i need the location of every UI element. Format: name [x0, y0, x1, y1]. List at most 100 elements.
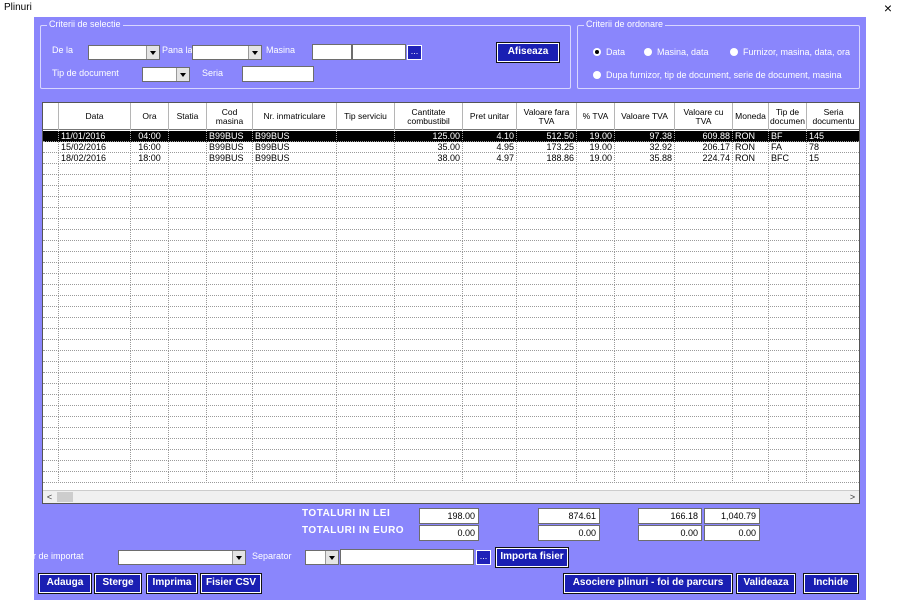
table-cell[interactable] [517, 186, 577, 197]
table-cell[interactable] [577, 274, 615, 285]
table-cell[interactable] [59, 472, 131, 483]
row-selector[interactable] [43, 461, 59, 472]
row-selector[interactable] [43, 142, 59, 153]
table-cell[interactable] [769, 450, 807, 461]
column-header[interactable]: Ora [131, 103, 169, 130]
table-cell[interactable] [395, 164, 463, 175]
table-cell[interactable] [675, 296, 733, 307]
table-cell[interactable] [207, 329, 253, 340]
table-cell[interactable] [463, 439, 517, 450]
table-cell[interactable] [169, 252, 207, 263]
table-cell[interactable] [131, 241, 169, 252]
table-cell[interactable] [169, 318, 207, 329]
table-cell[interactable] [675, 406, 733, 417]
table-cell[interactable] [131, 296, 169, 307]
table-cell[interactable] [733, 164, 769, 175]
table-cell[interactable] [395, 417, 463, 428]
table-cell[interactable] [253, 318, 337, 329]
table-cell[interactable] [807, 197, 859, 208]
row-selector[interactable] [43, 439, 59, 450]
table-cell[interactable] [769, 263, 807, 274]
table-cell[interactable] [59, 461, 131, 472]
table-cell[interactable] [169, 417, 207, 428]
row-selector[interactable] [43, 186, 59, 197]
table-cell[interactable] [395, 285, 463, 296]
table-cell[interactable] [337, 142, 395, 153]
table-cell[interactable] [253, 241, 337, 252]
table-cell[interactable] [733, 197, 769, 208]
table-cell[interactable] [463, 373, 517, 384]
table-cell[interactable] [733, 450, 769, 461]
table-cell[interactable] [395, 351, 463, 362]
radio-icon[interactable] [593, 71, 601, 79]
table-cell[interactable] [59, 318, 131, 329]
table-cell[interactable] [253, 175, 337, 186]
table-cell[interactable] [517, 263, 577, 274]
table-cell[interactable] [769, 439, 807, 450]
table-cell[interactable] [337, 362, 395, 373]
table-cell[interactable] [337, 164, 395, 175]
table-cell[interactable] [615, 197, 675, 208]
table-cell[interactable] [207, 351, 253, 362]
table-cell[interactable] [395, 340, 463, 351]
table-cell[interactable] [207, 340, 253, 351]
table-cell[interactable] [769, 296, 807, 307]
table-cell[interactable]: 32.92 [615, 142, 675, 153]
row-selector[interactable] [43, 307, 59, 318]
row-selector[interactable] [43, 384, 59, 395]
table-cell[interactable] [769, 241, 807, 252]
table-cell[interactable] [253, 406, 337, 417]
table-cell[interactable] [615, 263, 675, 274]
table-cell[interactable] [131, 252, 169, 263]
table-cell[interactable] [807, 175, 859, 186]
table-cell[interactable] [59, 439, 131, 450]
table-cell[interactable] [615, 406, 675, 417]
table-cell[interactable] [517, 351, 577, 362]
table-cell[interactable] [577, 472, 615, 483]
table-cell[interactable] [675, 395, 733, 406]
import-file-button[interactable]: Importa fisier [495, 547, 569, 568]
table-cell[interactable] [769, 164, 807, 175]
table-cell[interactable]: 4.97 [463, 153, 517, 164]
table-cell[interactable] [615, 384, 675, 395]
row-selector[interactable] [43, 252, 59, 263]
table-cell[interactable] [131, 450, 169, 461]
table-cell[interactable] [577, 318, 615, 329]
table-cell[interactable]: 38.00 [395, 153, 463, 164]
table-cell[interactable]: 224.74 [675, 153, 733, 164]
table-row[interactable] [43, 362, 859, 373]
column-header[interactable]: Cod masina [207, 103, 253, 130]
table-cell[interactable] [395, 461, 463, 472]
table-cell[interactable] [337, 219, 395, 230]
row-selector[interactable] [43, 219, 59, 230]
table-cell[interactable] [207, 208, 253, 219]
table-cell[interactable] [577, 439, 615, 450]
table-cell[interactable] [207, 164, 253, 175]
table-cell[interactable]: 4.95 [463, 142, 517, 153]
table-cell[interactable]: 18/02/2016 [59, 153, 131, 164]
row-selector[interactable] [43, 175, 59, 186]
table-cell[interactable] [769, 362, 807, 373]
table-cell[interactable] [337, 461, 395, 472]
table-cell[interactable] [169, 219, 207, 230]
row-selector[interactable] [43, 340, 59, 351]
table-cell[interactable] [733, 395, 769, 406]
table-cell[interactable] [733, 285, 769, 296]
table-cell[interactable] [131, 263, 169, 274]
table-row[interactable] [43, 241, 859, 252]
table-cell[interactable] [807, 362, 859, 373]
table-cell[interactable] [337, 329, 395, 340]
table-cell[interactable] [395, 197, 463, 208]
table-cell[interactable] [769, 406, 807, 417]
table-cell[interactable]: 35.00 [395, 142, 463, 153]
row-selector[interactable] [43, 395, 59, 406]
table-cell[interactable] [337, 373, 395, 384]
table-cell[interactable] [577, 263, 615, 274]
column-header[interactable]: Tip de documen [769, 103, 807, 130]
table-cell[interactable] [131, 164, 169, 175]
chevron-down-icon[interactable] [176, 68, 189, 81]
table-cell[interactable]: 16:00 [131, 142, 169, 153]
table-cell[interactable] [169, 153, 207, 164]
table-cell[interactable] [207, 318, 253, 329]
table-cell[interactable] [395, 472, 463, 483]
